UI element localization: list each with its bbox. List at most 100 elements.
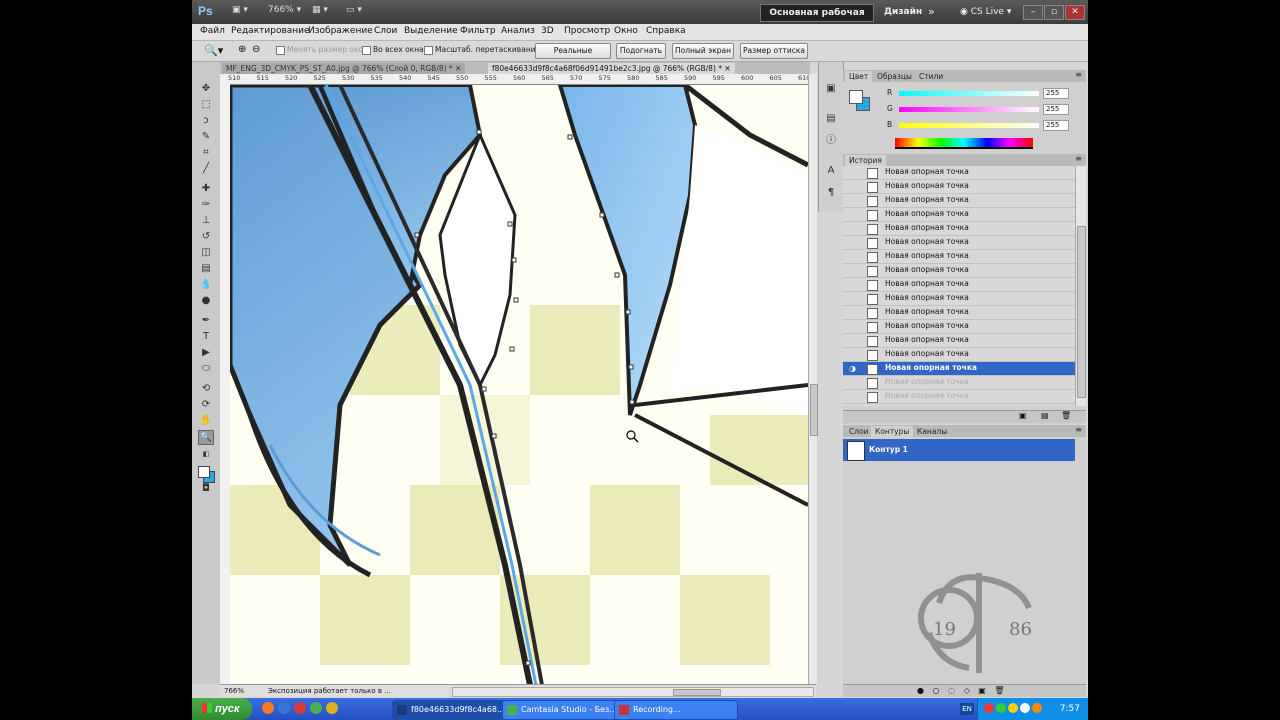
panel-menu-icon[interactable]: ≡ [1075, 154, 1082, 163]
default-colors-icon[interactable]: ◧ [199, 448, 213, 461]
history-item[interactable]: Новая опорная точка [843, 320, 1075, 334]
menu-image[interactable]: Изображение [308, 26, 373, 36]
quick-mask-icon[interactable]: ◘ [199, 482, 213, 495]
channel-value-input[interactable]: 255 [1043, 104, 1069, 115]
foreground-color-swatch[interactable] [198, 466, 210, 478]
history-item[interactable]: Новая опорная точка [843, 278, 1075, 292]
status-zoom[interactable]: 766% [224, 685, 244, 697]
restore-icon[interactable]: ▫ [1044, 5, 1064, 20]
path-selection-tool-icon[interactable]: ▶ [199, 346, 213, 359]
path-item-contour-1[interactable]: Контур 1 [843, 439, 1075, 461]
zoom-tool-preset-icon[interactable]: 🔍▾ [204, 44, 223, 57]
arrange-documents-icon[interactable]: ▦ ▾ [312, 5, 328, 19]
scrollbar-thumb[interactable] [673, 689, 721, 696]
history-source-checkbox[interactable] [849, 168, 858, 177]
delete-state-icon[interactable]: 🗑 [1061, 411, 1071, 420]
gradient-tool-icon[interactable]: ▤ [199, 262, 213, 275]
history-source-checkbox[interactable] [849, 182, 858, 191]
move-tool-icon[interactable]: ✥ [199, 82, 213, 95]
tray-icon[interactable] [984, 703, 994, 713]
canvas-horizontal-scrollbar[interactable] [452, 687, 814, 697]
history-source-checkbox[interactable] [849, 336, 858, 345]
history-source-checkbox[interactable] [849, 280, 858, 289]
tray-icon[interactable] [1032, 703, 1042, 713]
status-info[interactable]: Экспозиция работает только в ... [268, 685, 391, 697]
history-item[interactable]: Новая опорная точка [843, 292, 1075, 306]
fit-screen-button[interactable]: Подогнать [616, 43, 666, 59]
clone-stamp-tool-icon[interactable]: ⊥ [199, 214, 213, 227]
screen-mode-icon[interactable]: ▭ ▾ [346, 5, 362, 19]
history-item[interactable]: Новая опорная точка [843, 208, 1075, 222]
menu-analysis[interactable]: Анализ [501, 26, 535, 36]
minimize-icon[interactable]: – [1023, 5, 1043, 20]
scrollbar-thumb[interactable] [810, 384, 818, 436]
document-tab-f80e[interactable]: f80e46633d9f8c4a68f06d91491be2c3.jpg @ 7… [488, 63, 735, 74]
slider-track[interactable] [899, 123, 1039, 128]
panel-menu-icon[interactable]: ≡ [1075, 425, 1082, 434]
opera-icon[interactable] [294, 702, 306, 714]
menu-file[interactable]: Файл [200, 26, 225, 36]
history-item[interactable]: Новая опорная точка [843, 166, 1075, 180]
marquee-tool-icon[interactable]: ⬚ [199, 98, 213, 111]
history-scrollbar[interactable] [1075, 166, 1086, 406]
zoom-level-dropdown[interactable]: 766% ▾ [268, 5, 301, 19]
tab-styles[interactable]: Стили [915, 71, 947, 82]
eyedropper-tool-icon[interactable]: ╱ [199, 162, 213, 175]
healing-brush-tool-icon[interactable]: ✚ [199, 182, 213, 195]
slider-track[interactable] [899, 91, 1039, 96]
tray-icon[interactable] [996, 703, 1006, 713]
menu-select[interactable]: Выделение [404, 26, 458, 36]
pen-tool-icon[interactable]: ✒ [199, 314, 213, 327]
history-item[interactable]: Новая опорная точка [843, 306, 1075, 320]
taskbar-recording[interactable]: Recording... [614, 700, 738, 720]
dodge-tool-icon[interactable]: ● [199, 294, 213, 307]
workspace-essentials-button[interactable]: Основная рабочая среда [760, 4, 874, 34]
lasso-tool-icon[interactable]: ↄ [199, 114, 213, 127]
all-windows-checkbox[interactable]: Во всех окнах [362, 45, 428, 55]
tab-channels[interactable]: Каналы [913, 426, 951, 437]
history-item[interactable]: Новая опорная точка [843, 180, 1075, 194]
crop-tool-icon[interactable]: ⌗ [199, 146, 213, 159]
tab-paths[interactable]: Контуры [871, 426, 914, 437]
history-source-checkbox[interactable] [849, 252, 858, 261]
menu-filter[interactable]: Фильтр [460, 26, 496, 36]
canvas-vertical-scrollbar[interactable] [808, 74, 818, 684]
history-item[interactable]: ◑ Новая опорная точка [843, 362, 1075, 376]
zoom-tool-icon[interactable]: 🔍 [198, 430, 214, 445]
resize-windows-checkbox[interactable]: Менять размер окон [276, 45, 368, 55]
channel-value-input[interactable]: 255 [1043, 120, 1069, 131]
3d-camera-tool-icon[interactable]: ⟳ [199, 398, 213, 411]
slider-track[interactable] [899, 107, 1039, 112]
history-item[interactable]: Новая опорная точка [843, 348, 1075, 362]
history-item[interactable]: Новая опорная точка [843, 334, 1075, 348]
new-snapshot-icon[interactable]: ▤ [1041, 411, 1049, 420]
adjustments-panel-icon[interactable]: ▤ [824, 112, 838, 126]
history-source-checkbox[interactable] [849, 378, 858, 387]
history-source-checkbox[interactable] [849, 294, 858, 303]
history-item[interactable]: Новая опорная точка [843, 264, 1075, 278]
scrollbar-thumb[interactable] [1077, 226, 1086, 398]
scrubby-zoom-checkbox[interactable]: Масштаб. перетаскиванием [424, 45, 546, 55]
path-action-icons[interactable]: ● ○ ◌ ◇ ▣ 🗑 [917, 686, 1008, 695]
close-icon[interactable]: ✕ [1065, 5, 1085, 20]
history-item[interactable]: Новая опорная точка [843, 376, 1075, 390]
3d-panel-icon[interactable]: ▣ [824, 82, 838, 96]
tab-swatches[interactable]: Образцы [873, 71, 916, 82]
firefox-icon[interactable] [262, 702, 274, 714]
eraser-tool-icon[interactable]: ◫ [199, 246, 213, 259]
tab-close-icon[interactable]: ✕ [724, 64, 730, 73]
shape-tool-icon[interactable]: ⬭ [199, 362, 213, 375]
color-spectrum-bar[interactable] [895, 138, 1033, 149]
menu-help[interactable]: Справка [646, 26, 686, 36]
tab-history[interactable]: История [845, 155, 886, 166]
history-source-checkbox[interactable]: ◑ [849, 364, 858, 373]
paragraph-panel-icon[interactable]: ¶ [824, 186, 838, 200]
taskbar-camtasia[interactable]: Camtasia Studio - Без... [502, 700, 626, 720]
type-tool-icon[interactable]: T [199, 330, 213, 343]
tab-close-icon[interactable]: ✕ [455, 64, 461, 73]
history-source-checkbox[interactable] [849, 224, 858, 233]
clock[interactable]: 7:57 [1060, 698, 1080, 720]
zoom-in-icon[interactable]: ⊕ [238, 44, 246, 55]
document-tab-mf-eng[interactable]: MF_ENG_3D_CMYK_PS_ST_A0.jpg @ 766% (Слой… [222, 63, 466, 74]
history-brush-tool-icon[interactable]: ↺ [199, 230, 213, 243]
